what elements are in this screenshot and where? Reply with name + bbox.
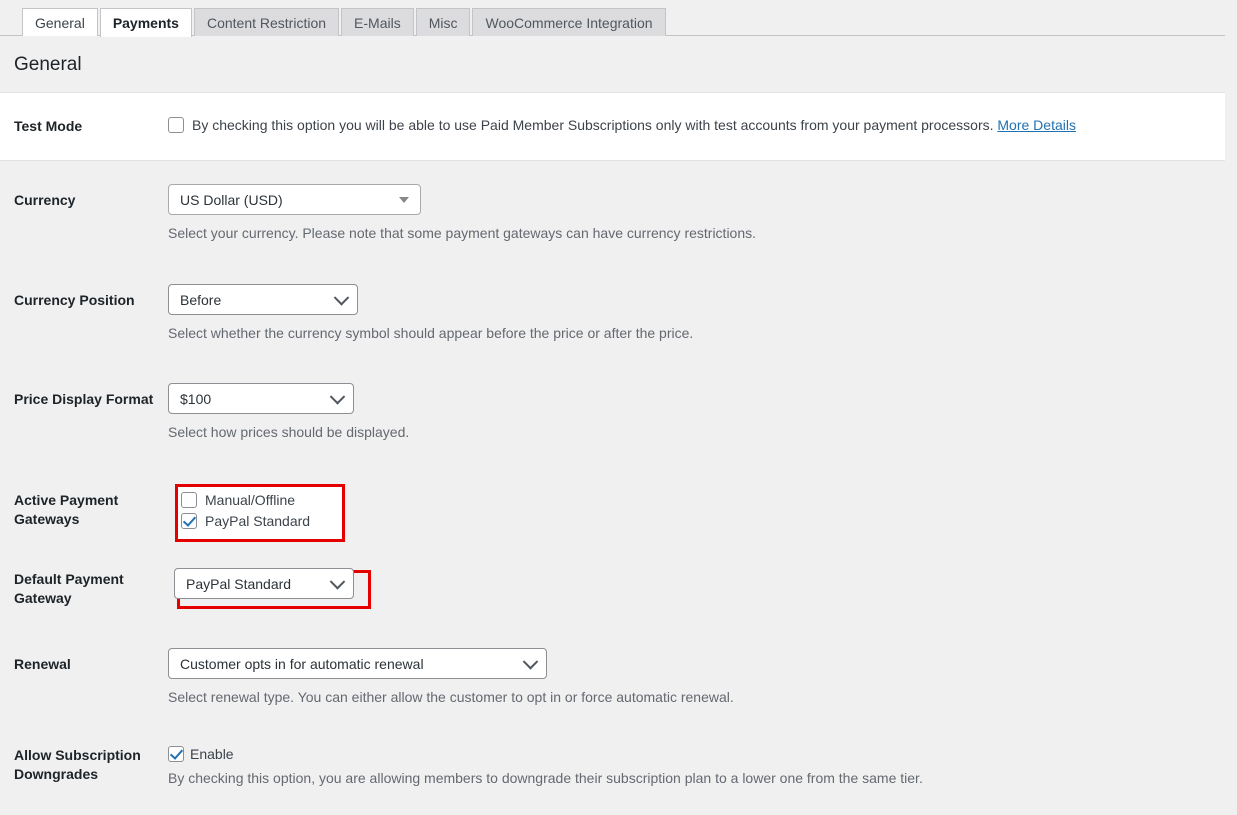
test-mode-description: By checking this option you will be able…: [192, 117, 994, 133]
gateway-manual-offline-checkbox[interactable]: [181, 492, 197, 508]
label-test-mode: Test Mode: [0, 117, 168, 136]
tab-payments-label: Payments: [113, 16, 179, 30]
settings-tab-bar: General Payments Content Restriction E-M…: [0, 0, 1237, 36]
default-payment-gateway-select[interactable]: PayPal Standard: [174, 568, 354, 599]
chevron-down-icon: [523, 654, 539, 670]
page-title: General: [0, 36, 1237, 92]
chevron-down-icon: [330, 574, 346, 590]
row-price-display-format: Price Display Format $100 Select how pri…: [0, 344, 1237, 443]
tab-content-restriction[interactable]: Content Restriction: [194, 8, 339, 36]
allow-downgrades-checkbox-label: Enable: [190, 747, 234, 761]
tab-general-label: General: [35, 16, 85, 30]
currency-select-value: US Dollar (USD): [180, 192, 283, 208]
renewal-select[interactable]: Customer opts in for automatic renewal: [168, 648, 547, 679]
gateway-option-paypal-standard[interactable]: PayPal Standard: [181, 513, 1237, 529]
default-payment-gateway-select-value: PayPal Standard: [186, 576, 291, 592]
tab-woocommerce-integration[interactable]: WooCommerce Integration: [472, 8, 665, 36]
tab-emails-label: E-Mails: [354, 16, 401, 30]
settings-form: Test Mode By checking this option you wi…: [0, 92, 1237, 789]
currency-position-select[interactable]: Before: [168, 284, 358, 315]
label-active-payment-gateways: Active Payment Gateways: [0, 489, 168, 529]
gateway-paypal-standard-checkbox[interactable]: [181, 513, 197, 529]
price-display-format-description: Select how prices should be displayed.: [168, 422, 1237, 443]
gateway-option-manual-offline[interactable]: Manual/Offline: [181, 492, 1237, 508]
label-currency: Currency: [0, 184, 168, 210]
label-currency-position: Currency Position: [0, 284, 168, 310]
renewal-select-value: Customer opts in for automatic renewal: [180, 656, 424, 672]
row-default-payment-gateway: Default Payment Gateway PayPal Standard: [0, 529, 1237, 608]
currency-select[interactable]: US Dollar (USD): [168, 184, 421, 215]
row-allow-subscription-downgrades: Allow Subscription Downgrades Enable By …: [0, 708, 1237, 789]
more-details-link[interactable]: More Details: [997, 117, 1076, 133]
row-test-mode: Test Mode By checking this option you wi…: [0, 92, 1225, 161]
tab-misc[interactable]: Misc: [416, 8, 471, 36]
price-display-format-select[interactable]: $100: [168, 383, 354, 414]
renewal-description: Select renewal type. You can either allo…: [168, 687, 1237, 708]
allow-downgrades-checkbox[interactable]: [168, 746, 184, 762]
tab-content-restriction-label: Content Restriction: [207, 16, 326, 30]
test-mode-checkbox[interactable]: [168, 117, 184, 133]
price-display-format-select-value: $100: [180, 391, 211, 407]
gateway-paypal-standard-label: PayPal Standard: [205, 514, 310, 528]
tab-woocommerce-integration-label: WooCommerce Integration: [485, 16, 652, 30]
chevron-down-icon: [399, 197, 409, 203]
chevron-down-icon: [330, 389, 346, 405]
active-payment-gateways-list: Manual/Offline PayPal Standard: [168, 489, 1237, 529]
tab-general[interactable]: General: [22, 8, 98, 36]
allow-downgrades-checkbox-line[interactable]: Enable: [168, 746, 1237, 762]
currency-position-description: Select whether the currency symbol shoul…: [168, 323, 1237, 344]
row-active-payment-gateways: Active Payment Gateways Manual/Offline P…: [0, 443, 1237, 529]
currency-position-select-value: Before: [180, 292, 221, 308]
row-currency-position: Currency Position Before Select whether …: [0, 244, 1237, 344]
label-default-payment-gateway: Default Payment Gateway: [0, 568, 168, 608]
row-currency: Currency US Dollar (USD) Select your cur…: [0, 161, 1237, 244]
label-price-display-format: Price Display Format: [0, 383, 168, 409]
label-renewal: Renewal: [0, 648, 168, 674]
label-allow-subscription-downgrades: Allow Subscription Downgrades: [0, 746, 168, 784]
allow-downgrades-description: By checking this option, you are allowin…: [168, 768, 1237, 789]
row-renewal: Renewal Customer opts in for automatic r…: [0, 608, 1237, 708]
tab-payments[interactable]: Payments: [100, 8, 192, 37]
gateway-manual-offline-label: Manual/Offline: [205, 493, 295, 507]
test-mode-checkbox-line: By checking this option you will be able…: [168, 117, 1225, 133]
tab-emails[interactable]: E-Mails: [341, 8, 414, 36]
tab-misc-label: Misc: [429, 16, 458, 30]
currency-description: Select your currency. Please note that s…: [168, 223, 1237, 244]
chevron-down-icon: [334, 290, 350, 306]
